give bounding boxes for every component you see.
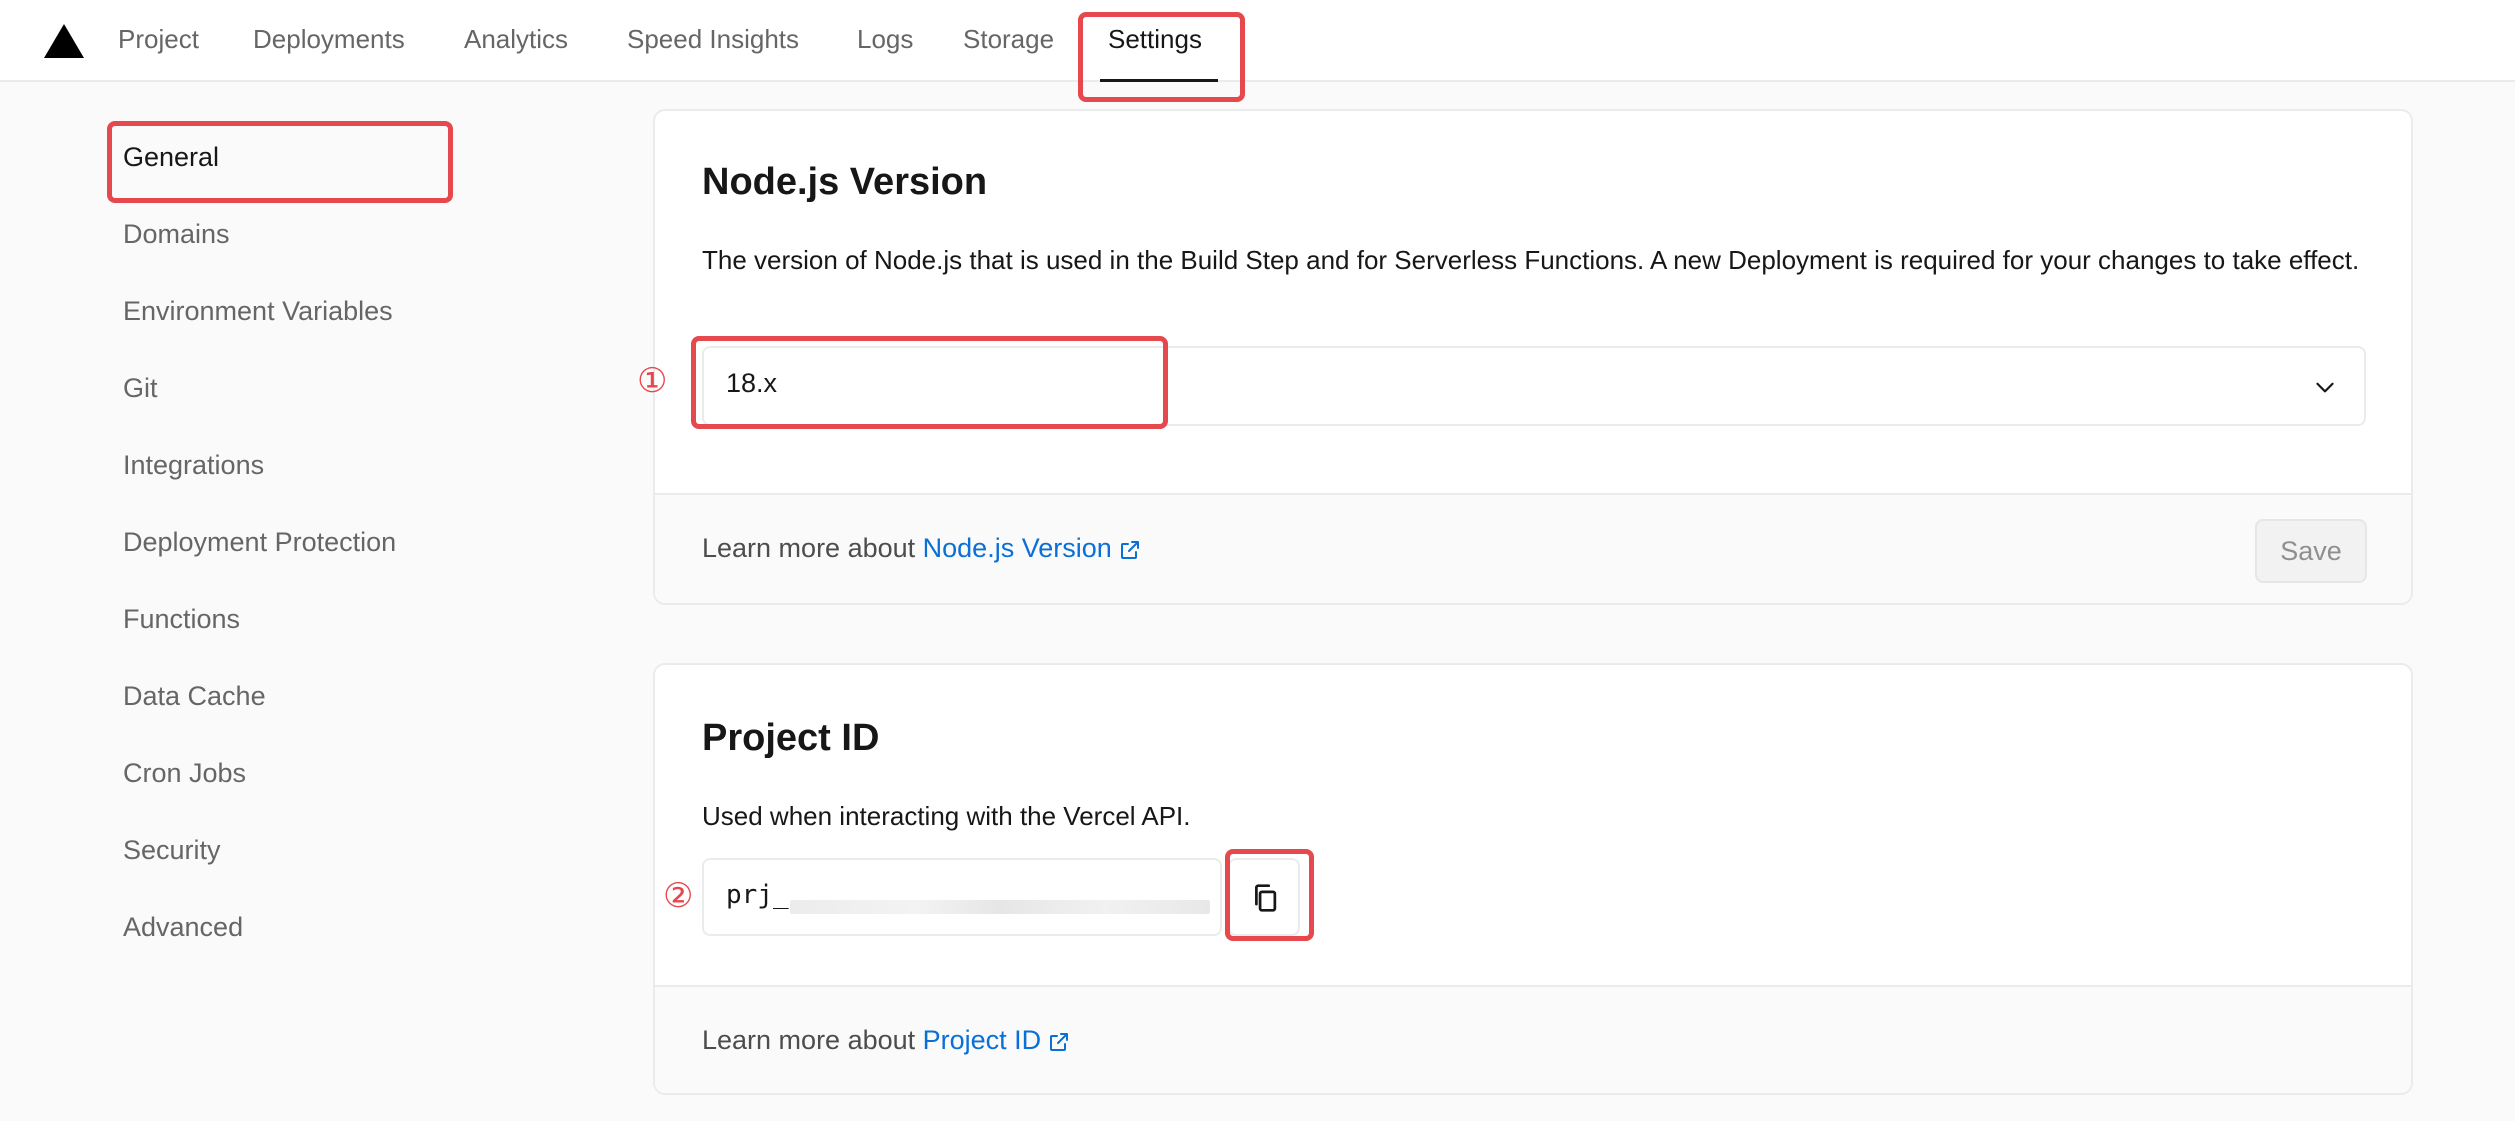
- sidebar-item-integrations[interactable]: Integrations: [123, 447, 264, 483]
- nodejs-version-value: 18.x: [726, 368, 778, 398]
- copy-icon: [1255, 884, 1277, 912]
- project-id-value: prj_: [726, 880, 789, 910]
- sidebar-item-functions[interactable]: Functions: [123, 601, 240, 637]
- nodejs-version-card: Node.js Version The version of Node.js t…: [653, 109, 2413, 605]
- sidebar-item-git[interactable]: Git: [123, 370, 158, 406]
- sidebar-item-deployment-protection[interactable]: Deployment Protection: [123, 524, 396, 560]
- project-id-docs-link[interactable]: Project ID: [923, 1025, 1072, 1055]
- sidebar-item-advanced[interactable]: Advanced: [123, 909, 243, 945]
- copy-project-id-button[interactable]: [1228, 858, 1300, 936]
- vercel-logo-icon[interactable]: [44, 24, 84, 58]
- tab-deployments[interactable]: Deployments: [253, 22, 405, 56]
- project-id-footer: Learn more about Project ID: [655, 985, 2411, 1093]
- nodejs-version-title: Node.js Version: [702, 161, 988, 203]
- nodejs-learn-more: Learn more about Node.js Version: [702, 533, 1142, 564]
- project-id-link-label: Project ID: [922, 1025, 1042, 1055]
- sidebar-item-cron-jobs[interactable]: Cron Jobs: [123, 755, 246, 791]
- sidebar-item-general[interactable]: General: [123, 139, 219, 175]
- top-navigation: Project Deployments Analytics Speed Insi…: [0, 0, 2515, 82]
- sidebar-item-domains[interactable]: Domains: [123, 216, 230, 252]
- annotation-marker-2: ②: [663, 876, 694, 916]
- tab-project[interactable]: Project: [118, 22, 199, 56]
- external-link-icon: [1050, 1032, 1069, 1051]
- nodejs-version-link-label: Node.js Version: [922, 533, 1112, 563]
- sidebar-item-security[interactable]: Security: [123, 832, 221, 868]
- project-id-title: Project ID: [702, 717, 880, 759]
- learn-more-prefix: Learn more about: [702, 1025, 923, 1055]
- nodejs-version-select[interactable]: 18.x: [702, 346, 2366, 426]
- sidebar-item-data-cache[interactable]: Data Cache: [123, 678, 266, 714]
- external-link-icon: [1120, 540, 1139, 559]
- save-button[interactable]: Save: [2255, 519, 2367, 583]
- annotation-marker-1: ①: [637, 361, 668, 401]
- sidebar-item-environment-variables[interactable]: Environment Variables: [123, 293, 393, 329]
- tab-settings[interactable]: Settings: [1108, 22, 1202, 56]
- nodejs-version-footer: Learn more about Node.js Version Save: [655, 493, 2411, 603]
- learn-more-prefix: Learn more about: [702, 533, 923, 563]
- nodejs-version-docs-link[interactable]: Node.js Version: [923, 533, 1142, 563]
- tab-speed-insights[interactable]: Speed Insights: [627, 22, 799, 56]
- tab-storage[interactable]: Storage: [963, 22, 1054, 56]
- chevron-down-icon: [2316, 382, 2334, 393]
- project-id-card: Project ID Used when interacting with th…: [653, 663, 2413, 1095]
- project-id-learn-more: Learn more about Project ID: [702, 1025, 1071, 1056]
- tab-analytics[interactable]: Analytics: [464, 22, 568, 56]
- project-id-field[interactable]: prj_: [702, 858, 1222, 936]
- active-tab-indicator: [1100, 79, 1218, 82]
- redacted-id-value: [790, 900, 1210, 914]
- tab-logs[interactable]: Logs: [857, 22, 913, 56]
- nodejs-version-description: The version of Node.js that is used in t…: [702, 245, 2360, 275]
- project-id-description: Used when interacting with the Vercel AP…: [702, 801, 1191, 831]
